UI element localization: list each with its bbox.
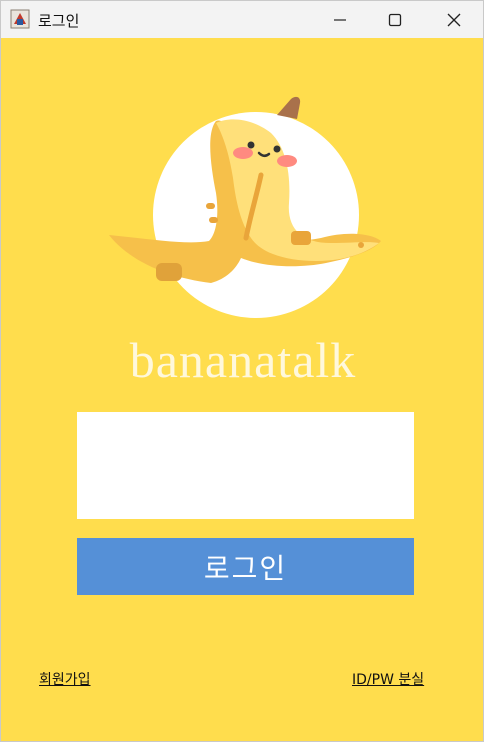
find-id-pw-link[interactable]: ID/PW 분실 [352,669,424,689]
banana-mascot-logo [109,96,381,318]
close-icon [447,13,461,26]
brand-name: bananatalk [129,332,357,388]
close-button[interactable] [427,1,481,38]
id-input[interactable] [77,412,414,519]
window-title: 로그인 [38,12,80,30]
login-window: 로그인 bananatalk 로그인 회원가입 ID/PW 분실 [0,0,484,742]
minimize-icon [334,18,346,21]
signup-link[interactable]: 회원가입 [39,669,91,689]
login-button[interactable]: 로그인 [77,538,414,595]
title-bar[interactable]: 로그인 [1,1,483,38]
maximize-icon [388,13,402,26]
maximize-button[interactable] [368,1,422,38]
minimize-button[interactable] [313,1,367,38]
app-icon [10,9,30,29]
